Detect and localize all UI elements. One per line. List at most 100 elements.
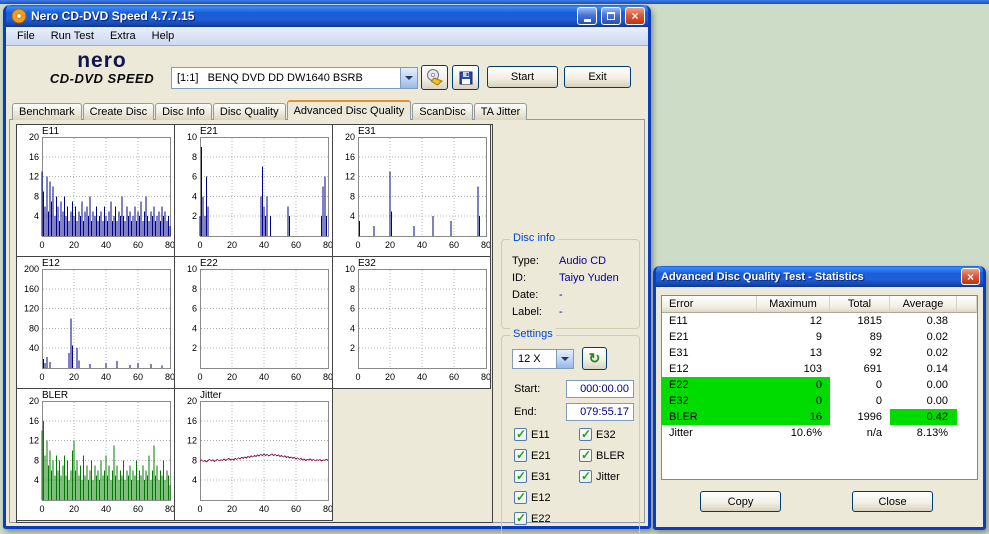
statistics-titlebar[interactable]: Advanced Disc Quality Test - Statistics … [656,266,983,287]
window-title: Nero CD-DVD Speed 4.7.7.15 [31,9,573,23]
speed-select-arrow[interactable] [556,350,573,368]
column-header-average[interactable]: Average [890,296,957,313]
nero-logo-subtitle: CD-DVD SPEED [32,72,172,86]
checkbox-bler[interactable]: BLER [579,445,625,466]
save-button[interactable] [452,65,479,90]
checkbox-box[interactable] [514,491,527,504]
tab-create-disc[interactable]: Create Disc [83,103,154,120]
svg-text:2: 2 [192,343,197,353]
checkbox-box[interactable] [514,512,527,525]
svg-text:2: 2 [350,343,355,353]
toolbar: nero CD-DVD SPEED [1:1] BENQ DVD DD DW16… [6,46,648,99]
stats-row-e12[interactable]: E121036910.14 [662,361,977,377]
checkbox-e11[interactable]: E11 [514,424,551,445]
checkbox-jitter[interactable]: Jitter [579,466,625,487]
stats-row-e22[interactable]: E22000.00 [662,377,977,393]
disc-eject-icon [425,68,444,87]
column-header-maximum[interactable]: Maximum [757,296,830,313]
background-window-edge [0,0,989,4]
checkbox-e22[interactable]: E22 [514,508,551,529]
settings-checkboxes-left: E11 E21E31E12E22 [514,424,551,529]
close-button[interactable]: × [625,7,645,25]
checkbox-label: E11 [531,429,550,441]
stats-row-e21[interactable]: E219890.02 [662,329,977,345]
tab-benchmark[interactable]: Benchmark [12,103,82,120]
stats-cell-total: 0 [830,377,890,393]
svg-text:20: 20 [227,504,237,514]
svg-text:0: 0 [39,504,44,514]
start-button[interactable]: Start [487,66,558,88]
checkbox-box[interactable] [579,449,592,462]
svg-text:4: 4 [192,323,197,333]
tab-advanced-disc-quality[interactable]: Advanced Disc Quality [287,100,412,120]
stats-cell-error: E12 [662,361,757,377]
stats-row-jitter[interactable]: Jitter10.6%n/a8.13% [662,425,977,441]
disc-info-row: Date:- [512,287,633,302]
tab-ta-jitter[interactable]: TA Jitter [474,103,528,120]
refresh-speed-button[interactable]: ↻ [582,347,607,370]
stats-row-e31[interactable]: E3113920.02 [662,345,977,361]
checkbox-box[interactable] [579,428,592,441]
svg-text:4: 4 [34,475,39,485]
menu-item-extra[interactable]: Extra [102,28,144,44]
svg-text:Jitter: Jitter [200,390,222,401]
column-header-filler [957,296,977,313]
svg-text:16: 16 [187,416,197,426]
statistics-close-button[interactable]: × [961,268,980,285]
copy-button[interactable]: Copy [700,491,781,512]
disc-info-row: ID:Taiyo Yuden [512,270,633,285]
menu-item-file[interactable]: File [9,28,43,44]
checkbox-box[interactable] [514,449,527,462]
svg-text:8: 8 [34,455,39,465]
svg-text:4: 4 [350,211,355,221]
stats-cell-average: 0.00 [890,393,957,409]
checkbox-box[interactable] [514,470,527,483]
menu-item-run-test[interactable]: Run Test [43,28,102,44]
checkbox-e31[interactable]: E31 [514,466,551,487]
svg-text:E11: E11 [42,126,59,137]
stats-row-e11[interactable]: E111218150.38 [662,313,977,329]
disc-info-value: - [559,306,563,318]
svg-text:40: 40 [417,372,427,382]
disc-info-label: Type: [512,255,559,267]
stats-cell-error: E21 [662,329,757,345]
menu-item-help[interactable]: Help [144,28,183,44]
tab-disc-quality[interactable]: Disc Quality [213,103,286,120]
tab-disc-info[interactable]: Disc Info [155,103,212,120]
chart-jitter: Jitter48121620020406080 [174,388,333,521]
column-header-total[interactable]: Total [830,296,890,313]
svg-text:60: 60 [449,372,459,382]
stats-row-e32[interactable]: E32000.00 [662,393,977,409]
drive-select-arrow[interactable] [400,68,417,88]
drive-select[interactable]: [1:1] BENQ DVD DD DW1640 BSRB [171,67,418,89]
svg-text:4: 4 [350,323,355,333]
maximize-button[interactable] [601,7,621,25]
svg-text:8: 8 [350,284,355,294]
speed-select[interactable]: 12 X [512,349,574,369]
svg-text:160: 160 [24,284,39,294]
svg-text:60: 60 [133,240,143,250]
column-header-error[interactable]: Error [662,296,757,313]
stats-cell-maximum: 9 [757,329,830,345]
checkbox-box[interactable] [579,470,592,483]
start-position-field[interactable]: 000:00.00 [566,380,634,398]
charts-grid: E1148121620020406080E21246810020406080E3… [16,124,493,523]
tab-scandisc[interactable]: ScanDisc [412,103,472,120]
svg-text:20: 20 [385,240,395,250]
checkbox-e32[interactable]: E32 [579,424,625,445]
disc-info-title: Disc info [510,232,558,244]
checkbox-box[interactable] [514,428,527,441]
statistics-table: ErrorMaximumTotalAverage E111218150.38E2… [661,295,978,480]
main-titlebar[interactable]: Nero CD-DVD Speed 4.7.7.15 × [6,5,648,27]
svg-text:0: 0 [197,504,202,514]
disc-eject-button[interactable] [421,65,448,90]
exit-button[interactable]: Exit [564,66,631,88]
end-position-field[interactable]: 079:55.17 [566,403,634,421]
stats-row-bler[interactable]: BLER1619960.42 [662,409,977,425]
checkbox-e12[interactable]: E12 [514,487,551,508]
close-statistics-button[interactable]: Close [852,491,933,512]
disc-info-row: Type:Audio CD [512,253,633,268]
checkbox-e21[interactable]: E21 [514,445,551,466]
svg-text:E12: E12 [42,258,60,269]
minimize-button[interactable] [577,7,597,25]
